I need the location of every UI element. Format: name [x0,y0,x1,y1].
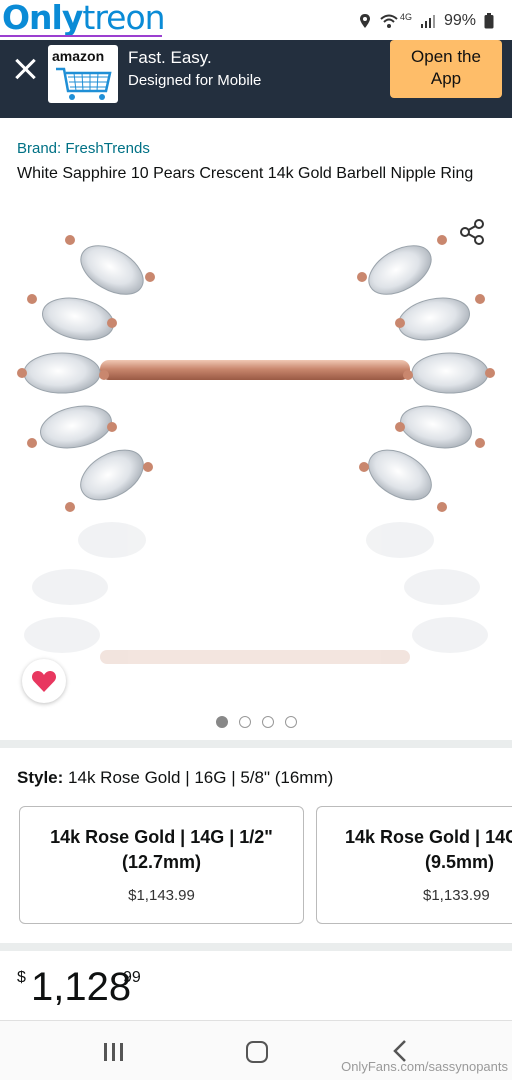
watermark-logo: Onlytreon [2,0,166,37]
carousel-dot[interactable] [216,716,228,728]
product-title: White Sapphire 10 Pears Crescent 14k Gol… [17,165,474,182]
open-app-label: Open the App [411,47,481,88]
price-symbol: $ [17,969,26,986]
watermark-footer: OnlyFans.com/sassynopants [341,1059,508,1074]
style-label-key: Style: [17,768,64,787]
navigation-bar: OnlyFans.com/sassynopants [0,1020,512,1080]
section-divider [0,740,512,748]
price-whole: 1,128 [31,965,132,1009]
watermark-logo-part1: Only [2,0,83,37]
close-icon[interactable] [12,56,38,82]
price-fraction: 99 [123,969,141,986]
wifi-icon [380,14,398,28]
carousel-dots [216,716,297,728]
amazon-logo: amazon [48,45,118,103]
status-icons: 4G 99% [358,12,494,30]
cart-icon [56,67,112,100]
amazon-logo-text: amazon [52,48,105,64]
style-option-title-line1: 14k Rose Gold | 14G | 1/2" [50,827,273,847]
style-selection-label: Style: 14k Rose Gold | 16G | 5/8" (16mm) [17,768,333,788]
style-option-title: 14k Rose Gold | 14G (9.5mm) [317,825,512,875]
carousel-dot[interactable] [239,716,251,728]
style-label-value: 14k Rose Gold | 16G | 5/8" (16mm) [68,768,334,787]
product-image[interactable] [0,215,512,705]
watermark-logo-part2: treon [82,0,165,37]
style-option-price: $1,143.99 [128,887,195,904]
style-option-title-line1: 14k Rose Gold | 14G [345,827,512,847]
style-option-title-line2: (9.5mm) [425,852,495,872]
battery-icon [484,13,494,29]
signal-icon [420,15,435,28]
banner-title: Fast. Easy. [128,48,212,67]
section-divider [0,943,512,951]
recents-icon[interactable] [104,1043,126,1061]
carousel-dot[interactable] [285,716,297,728]
style-option-title-line2: (12.7mm) [121,852,202,872]
style-option[interactable]: 14k Rose Gold | 14G (9.5mm) $1,133.99 [316,806,512,924]
status-bar: Onlytreon 4G 99% [0,0,512,40]
battery-percent: 99% [443,12,476,29]
heart-icon [31,670,57,692]
share-icon[interactable] [458,218,486,246]
wishlist-button[interactable] [22,659,66,703]
watermark-underline [0,35,162,37]
network-label: 4G [399,12,412,22]
open-app-button[interactable]: Open the App [390,40,502,98]
location-icon [359,14,370,28]
carousel-dot[interactable] [262,716,274,728]
style-option-title: 14k Rose Gold | 14G | 1/2" (12.7mm) [20,825,303,875]
home-icon[interactable] [246,1041,268,1063]
brand-link[interactable]: Brand: FreshTrends [17,140,150,157]
banner-subtitle: Designed for Mobile [128,72,262,89]
style-option-price: $1,133.99 [423,887,490,904]
style-option[interactable]: 14k Rose Gold | 14G | 1/2" (12.7mm) $1,1… [19,806,304,924]
